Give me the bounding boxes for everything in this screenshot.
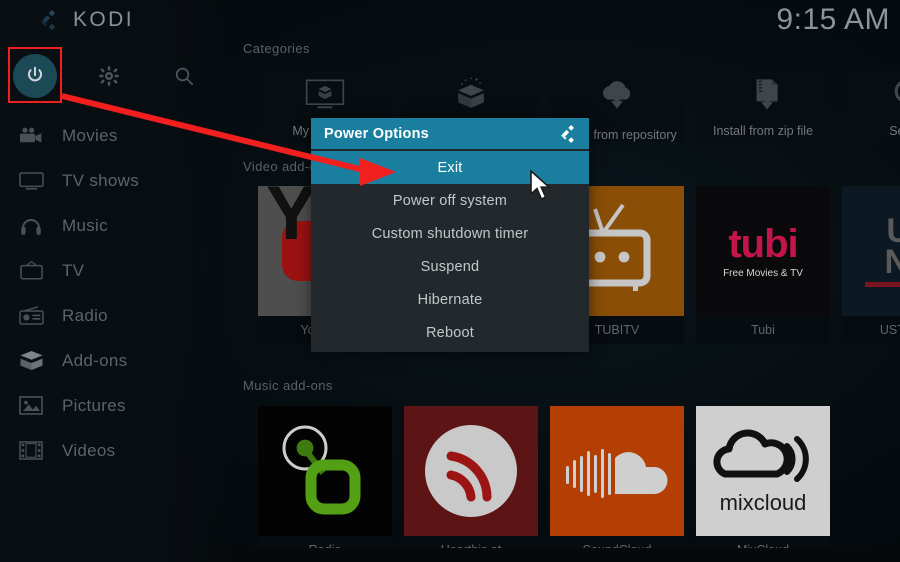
clock: 9:15 AM <box>776 3 890 36</box>
category-label: Install from zip file <box>712 124 814 138</box>
sidebar-item-label: Movies <box>62 125 118 145</box>
addon-label: USTVNow <box>842 316 900 344</box>
sidebar-item-label: Pictures <box>62 395 126 415</box>
picture-icon <box>14 393 48 419</box>
sidebar-action-row <box>0 48 232 104</box>
addon-tile-ustvnow[interactable]: US NO USTVNow <box>842 186 900 344</box>
category-label: Search <box>889 124 900 138</box>
dialog-item-list: Exit Power off system Custom shutdown ti… <box>311 149 589 352</box>
power-options-dialog: Power Options Exit Power off system Cust… <box>311 118 589 352</box>
sidebar-item-music[interactable]: Music <box>0 203 232 248</box>
tubi-wordmark: tubi <box>728 221 798 266</box>
rss-waves-icon <box>425 425 517 517</box>
dialog-item-suspend[interactable]: Suspend <box>311 250 589 283</box>
addon-tile-hearthis-at[interactable]: Hearthis.at <box>404 406 538 562</box>
ustvnow-colorbar <box>865 281 900 287</box>
kodi-wordmark: KODI <box>73 8 134 31</box>
radio-icon <box>14 303 48 329</box>
search-button[interactable] <box>156 48 212 104</box>
sidebar-item-tv-shows[interactable]: TV shows <box>0 158 232 203</box>
top-bar: KODI 9:15 AM <box>0 0 900 40</box>
sidebar-item-label: Music <box>62 215 108 235</box>
power-button-circle <box>13 54 57 98</box>
power-button[interactable] <box>7 48 63 104</box>
addon-label: Tubi <box>696 316 830 344</box>
addon-tile-tubi[interactable]: tubi Free Movies & TV Tubi <box>696 186 830 344</box>
search-icon <box>894 81 900 102</box>
sidebar-menu: Movies TV shows Music TV Radio Add-ons P… <box>0 113 232 473</box>
sidebar-item-tv[interactable]: TV <box>0 248 232 293</box>
movie-camera-icon <box>14 123 48 149</box>
kodi-logo-icon <box>40 9 56 31</box>
kodi-app-window: KODI 9:15 AM Movies TV shows Music TV Ra… <box>0 0 900 562</box>
category-tile-search[interactable]: Search <box>842 66 900 142</box>
section-title-music-addons: Music add-ons <box>243 378 333 393</box>
addon-tile-mixcloud[interactable]: mixcloud MixCloud <box>696 406 830 562</box>
dialog-item-power-off-system[interactable]: Power off system <box>311 184 589 217</box>
settings-button[interactable] <box>81 48 137 104</box>
sidebar-item-radio[interactable]: Radio <box>0 293 232 338</box>
film-strip-icon <box>14 438 48 464</box>
sidebar-item-videos[interactable]: Videos <box>0 428 232 473</box>
ustvnow-logo: US NO <box>865 211 900 287</box>
radio-node-icon <box>282 425 361 515</box>
dialog-item-exit[interactable]: Exit <box>311 151 589 184</box>
dialog-item-reboot[interactable]: Reboot <box>311 316 589 349</box>
soundcloud-icon <box>566 449 668 498</box>
addon-artwork <box>404 406 538 536</box>
section-title-categories: Categories <box>243 41 310 56</box>
open-box-sparkle-icon <box>458 77 484 108</box>
sidebar-item-label: TV <box>62 260 85 280</box>
kodi-logo-icon <box>561 124 574 143</box>
tv-antenna-icon <box>14 258 48 284</box>
addon-tile-soundcloud[interactable]: SoundCloud <box>550 406 684 562</box>
youtube-letter: Y <box>266 186 317 256</box>
sidebar: Movies TV shows Music TV Radio Add-ons P… <box>0 0 232 562</box>
search-icon <box>175 67 194 86</box>
monitor-box-icon <box>305 79 345 109</box>
addon-artwork <box>550 406 684 536</box>
kodi-branding: KODI <box>40 9 134 31</box>
sidebar-item-label: Add-ons <box>62 350 128 370</box>
ustvnow-line-1: US <box>886 211 900 250</box>
tubi-tagline: Free Movies & TV <box>723 267 803 279</box>
mixcloud-wordmark: mixcloud <box>719 489 807 515</box>
headphones-icon <box>14 213 48 239</box>
ustvnow-line-2: NO <box>884 242 900 281</box>
addon-artwork <box>258 406 392 536</box>
zip-download-icon <box>756 79 778 110</box>
dialog-header: Power Options <box>311 118 589 149</box>
sidebar-item-add-ons[interactable]: Add-ons <box>0 338 232 383</box>
mixcloud-logo: mixcloud <box>707 428 819 515</box>
mixcloud-cloud-icon <box>713 429 809 482</box>
addon-artwork: mixcloud <box>696 406 830 536</box>
dialog-title: Power Options <box>324 125 429 142</box>
tubi-logo: tubi Free Movies & TV <box>723 224 803 279</box>
addon-artwork: tubi Free Movies & TV <box>696 186 830 316</box>
sidebar-item-movies[interactable]: Movies <box>0 113 232 158</box>
music-addons-row: Radio Hearthis.at <box>258 406 830 562</box>
sidebar-item-label: Radio <box>62 305 108 325</box>
sidebar-item-pictures[interactable]: Pictures <box>0 383 232 428</box>
dialog-item-custom-shutdown-timer[interactable]: Custom shutdown timer <box>311 217 589 250</box>
addon-artwork: US NO <box>842 186 900 316</box>
gear-icon <box>99 66 119 86</box>
sidebar-item-label: TV shows <box>62 170 140 190</box>
cloud-download-icon <box>603 81 631 109</box>
power-icon <box>27 66 43 82</box>
addon-tile-radio[interactable]: Radio <box>258 406 392 562</box>
dialog-item-hibernate[interactable]: Hibernate <box>311 283 589 316</box>
category-tile-install-from-zip-file[interactable]: Install from zip file <box>696 66 830 142</box>
open-box-icon <box>14 348 48 374</box>
television-icon <box>14 168 48 194</box>
sidebar-item-label: Videos <box>62 440 116 460</box>
